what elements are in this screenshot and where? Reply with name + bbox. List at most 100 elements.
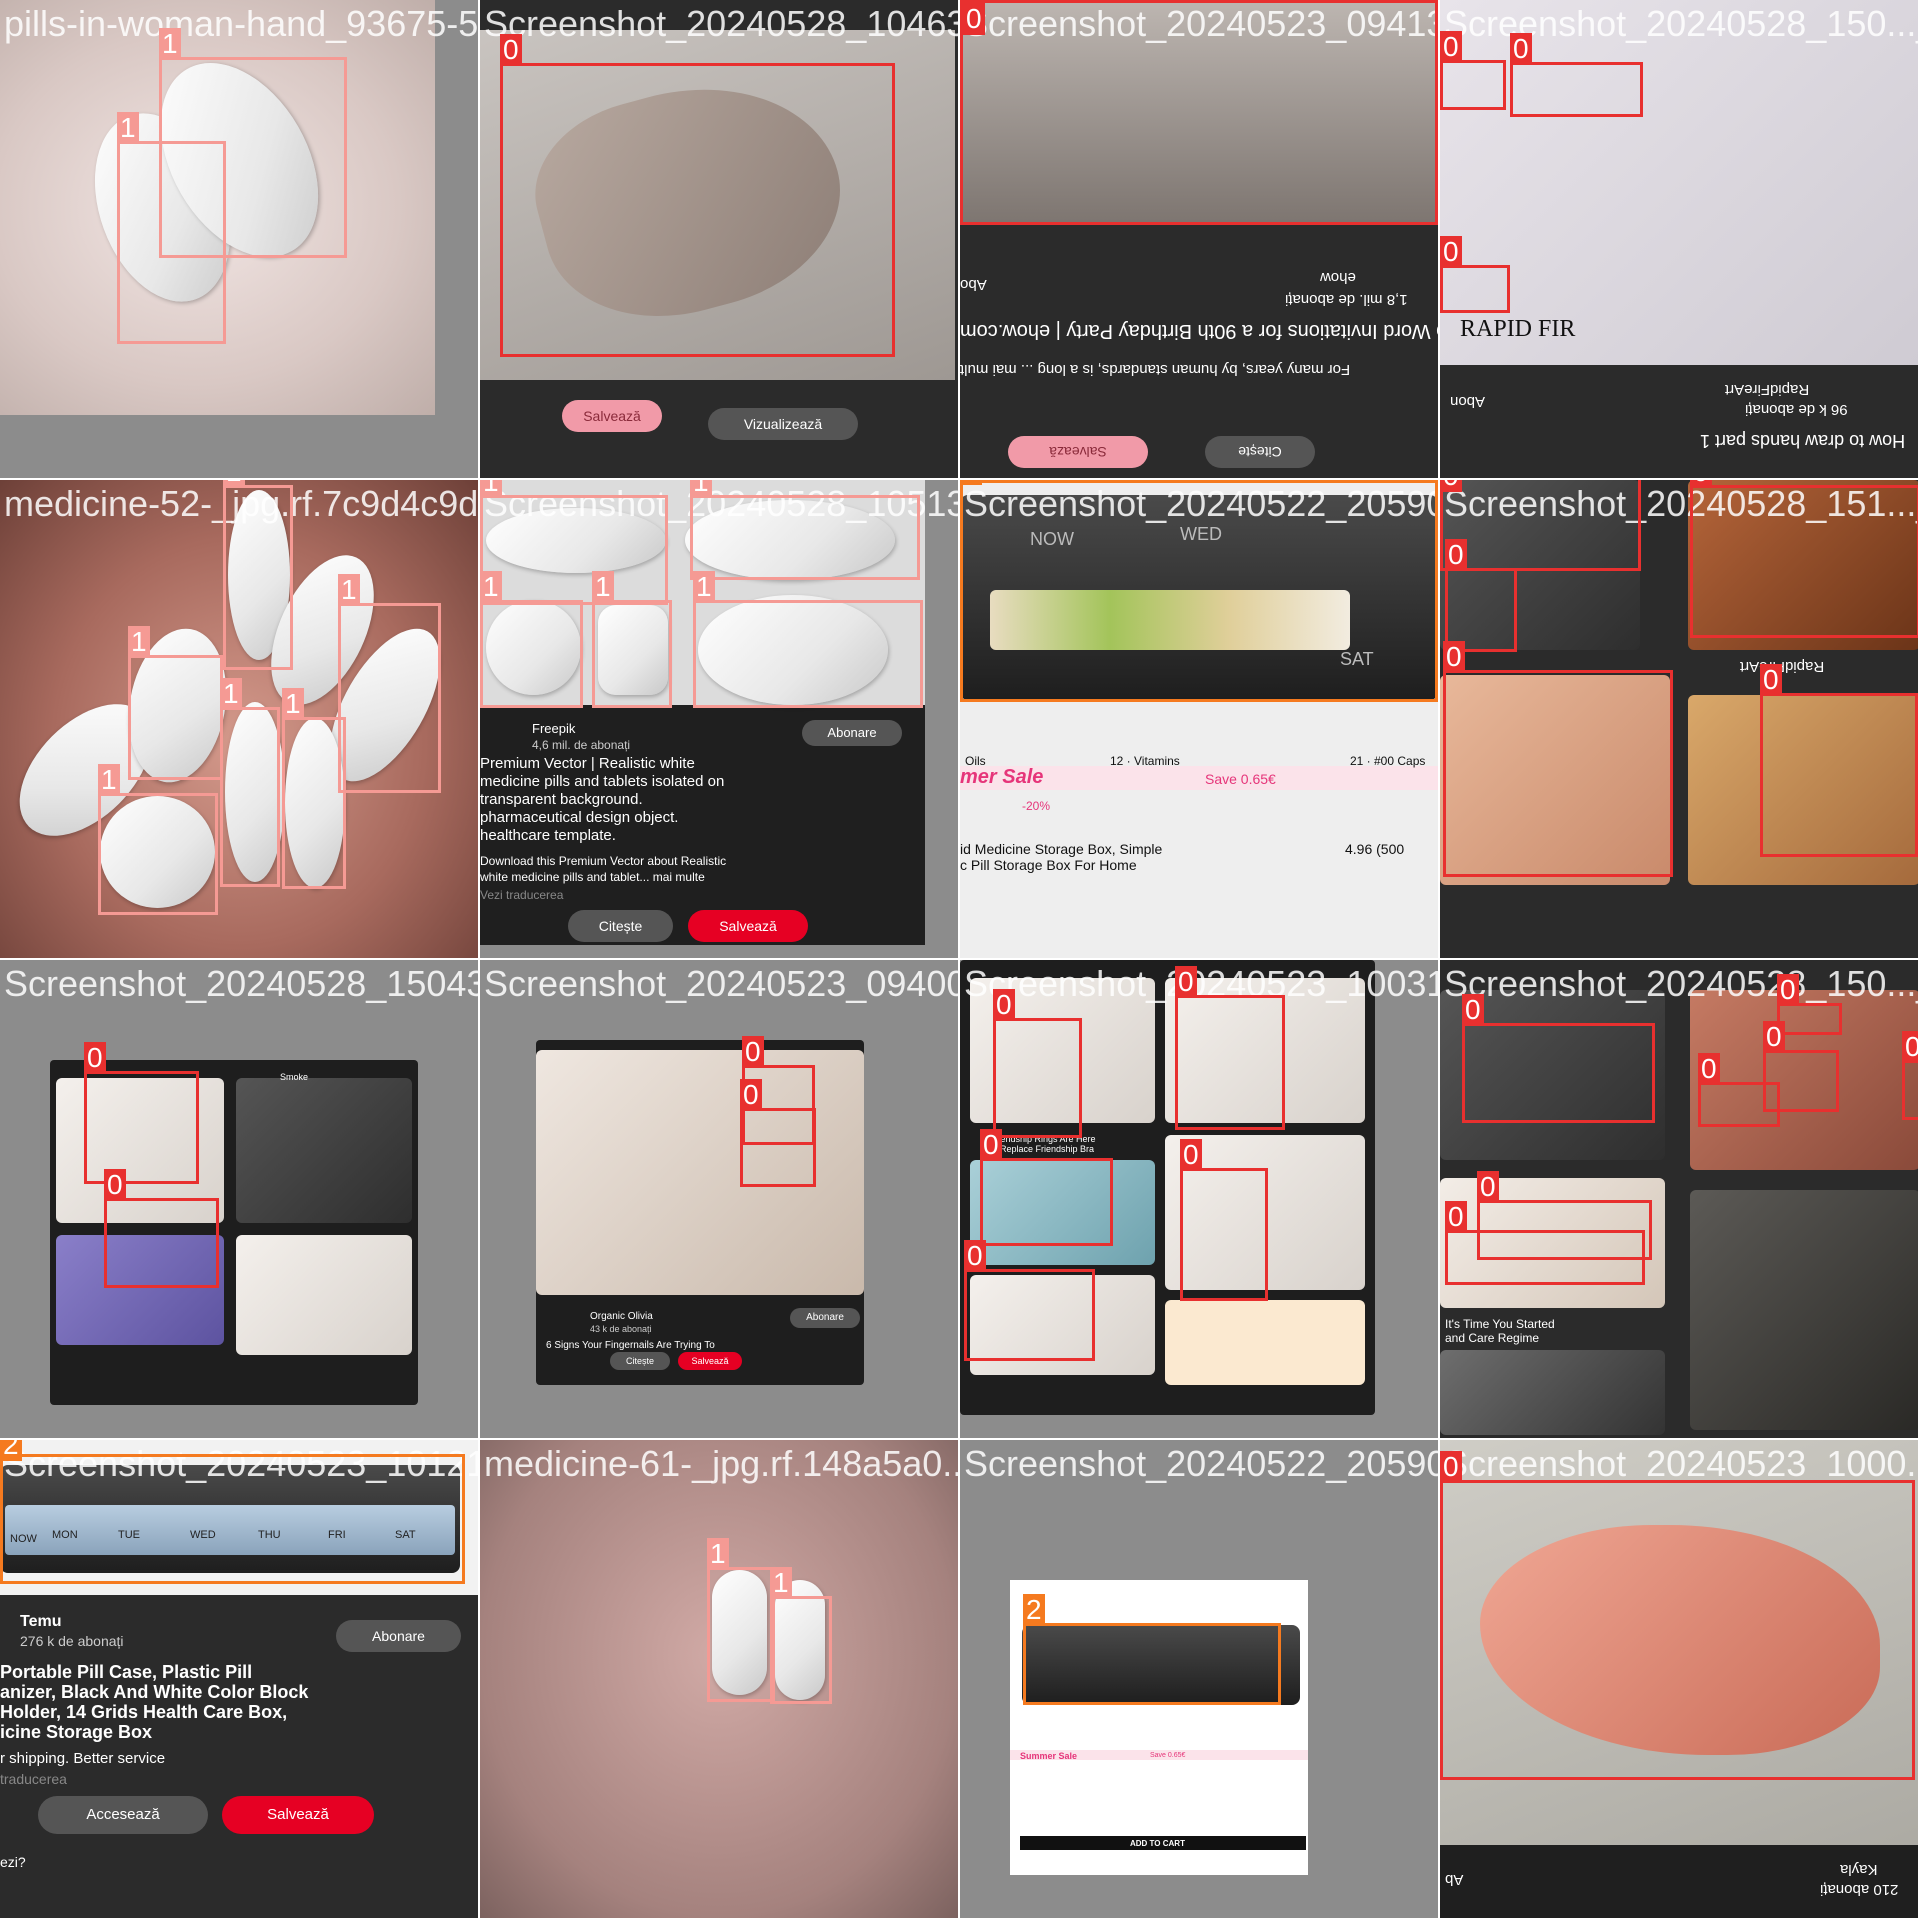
detection-box: 1 xyxy=(128,626,223,780)
subscribe-button[interactable]: Abonare xyxy=(802,720,902,746)
tile-filename: Screenshot_20240528_104634_Pinterest_jpg xyxy=(484,3,960,44)
tile-filename: Screenshot_20240523_1000...jpg xyxy=(1444,1443,1918,1484)
subscriber-count: 43 k de abonați xyxy=(590,1324,652,1334)
detection-class-label: 0 xyxy=(1175,966,1197,998)
detection-class-label: 0 xyxy=(1698,1053,1720,1085)
detection-class-label: 0 xyxy=(500,34,522,66)
detection-class-label: 1 xyxy=(117,112,139,144)
detection-class-label: 1 xyxy=(690,480,712,498)
detection-box: 1 xyxy=(282,688,346,889)
detection-box: 1 xyxy=(480,571,583,708)
detection-class-label: 2 xyxy=(0,1440,22,1461)
read-button[interactable]: Citește xyxy=(1205,436,1315,468)
detection-class-label: 0 xyxy=(1440,1451,1462,1483)
detection-class-label: 1 xyxy=(220,678,242,710)
subscriber-count: 276 k de abonați xyxy=(20,1633,124,1649)
detection-class-label: 0 xyxy=(1477,1171,1499,1203)
detection-class-label: 0 xyxy=(980,1129,1002,1161)
tile-pinterest-grid-screenshot: Smoke Screenshot_20240528_150430_Pintere… xyxy=(0,960,480,1440)
detection-class-label: 1 xyxy=(223,480,245,488)
detection-class-label: 2 xyxy=(960,480,982,485)
detection-class-label: 0 xyxy=(1777,974,1799,1006)
caption: to Replace Friendship Bra xyxy=(990,1144,1095,1154)
caption: -20% xyxy=(1022,799,1051,813)
detection-class-label: 1 xyxy=(770,1567,792,1599)
detection-box: 2 xyxy=(1023,1594,1281,1705)
caption: How to Word Invitations for a 90th Birth… xyxy=(960,320,1438,342)
caption: anizer, Black And White Color Block xyxy=(0,1682,309,1702)
detection-class-label: 0 xyxy=(1902,1031,1918,1063)
detection-box: 1 xyxy=(220,678,280,887)
detection-class-label: 0 xyxy=(1440,236,1462,268)
detection-box: 1 xyxy=(98,764,218,915)
caption: How to draw hands part 1 xyxy=(1700,431,1906,451)
tile-freepik-pills-screenshot: Freepik 4,6 mil. de abonați Abonare Prem… xyxy=(480,480,960,960)
detection-box: 0 xyxy=(104,1169,219,1288)
detection-box: 2 xyxy=(960,480,1438,702)
detection-class-label: 1 xyxy=(480,571,502,603)
augmented-batch-mosaic: pills-in-woman-hand_93675-50997_jpg.rf.2… xyxy=(0,0,1920,1920)
photo-thumbnail xyxy=(236,1078,412,1223)
subscriber-count: 4,6 mil. de abonați xyxy=(532,738,631,752)
detection-box: 1 xyxy=(770,1567,832,1704)
detection-class-label: 2 xyxy=(1023,1594,1045,1626)
detection-class-label: 0 xyxy=(1180,1139,1202,1171)
caption: Premium Vector | Realistic white xyxy=(480,755,695,772)
caption: mer Sale xyxy=(960,766,1044,788)
detection-class-label: 0 xyxy=(1445,1201,1467,1233)
detection-class-label: 0 xyxy=(84,1042,106,1074)
detection-box: 2 xyxy=(0,1440,465,1584)
subscribe-button[interactable]: Abonare xyxy=(790,1308,860,1328)
photo-thumbnail xyxy=(1165,1300,1365,1385)
tile-hand-reference-collage: RAPID FIR RapidFireArt 96 k de abonați H… xyxy=(1440,0,1920,480)
detection-box: 0 xyxy=(1440,1451,1915,1780)
detection-box: 0 xyxy=(1777,974,1842,1035)
add-to-cart-button[interactable]: ADD TO CART xyxy=(1130,1835,1185,1853)
detection-class-label: 0 xyxy=(1760,664,1782,696)
visit-button[interactable]: Accesează xyxy=(38,1796,208,1834)
detection-box: 0 xyxy=(1445,1201,1645,1285)
tile-two-pills-in-hand: medicine-61-_jpg.rf.148a5a0... 1 1 xyxy=(480,1440,960,1920)
detection-class-label: 1 xyxy=(98,764,120,796)
tile-elderly-hands-screenshot: ehow 1,8 mil. de abonați How to Word Inv… xyxy=(960,0,1440,480)
subscribe-button[interactable]: Abonare xyxy=(336,1620,461,1652)
detection-box: 1 xyxy=(693,571,923,708)
detection-box: 0 xyxy=(84,1042,199,1184)
read-button[interactable]: Citește xyxy=(568,910,673,942)
caption: 1,8 mil. de abonați xyxy=(1285,291,1408,308)
tile-filename: Screenshot_20240523_094009_Pinterest_jpg xyxy=(484,963,960,1004)
save-button[interactable]: Salvează xyxy=(678,1352,742,1370)
caption: white medicine pills and tablet... mai m… xyxy=(480,870,705,884)
caption: healthcare template. xyxy=(480,827,616,844)
detection-class-label: 0 xyxy=(1462,994,1484,1026)
caption: Abo xyxy=(960,276,987,293)
tile-hand-care-screenshot: It's Time You Started and Care Regime Sc… xyxy=(1440,960,1920,1440)
save-button[interactable]: Salvează xyxy=(222,1796,374,1834)
detection-class-label: 0 xyxy=(964,1240,986,1272)
detection-class-label: 0 xyxy=(104,1169,126,1201)
photo-thumbnail xyxy=(1690,1190,1918,1430)
detection-class-label: 1 xyxy=(707,1538,729,1570)
caption: RapidFireArt xyxy=(1740,658,1825,675)
view-button[interactable]: Vizualizează xyxy=(708,408,858,440)
caption: Holder, 14 Grids Health Care Box, xyxy=(0,1702,288,1722)
tile-white-pills-on-palm: medicine-52-_jpg.rf.7c9d4c9d Screenshot_… xyxy=(0,480,480,960)
detection-class-label: 1 xyxy=(480,480,502,498)
photo-thumbnail xyxy=(1440,1350,1665,1435)
save-button[interactable]: Salvează xyxy=(562,400,662,432)
caption: Save 0.65€ xyxy=(1205,771,1276,787)
caption: traducerea xyxy=(0,1771,67,1787)
detection-class-label: 1 xyxy=(693,571,715,603)
detection-class-label: 0 xyxy=(1763,1021,1785,1053)
read-button[interactable]: Citește xyxy=(610,1352,670,1370)
caption: 96 k de abonați xyxy=(1745,401,1848,418)
caption: Summer Sale xyxy=(1020,1751,1078,1761)
detection-class-label: 1 xyxy=(282,688,304,720)
save-button[interactable]: Salvează xyxy=(688,910,808,942)
tile-filename: Screenshot_20240522_205904_SHEIN_jpg xyxy=(964,1443,1438,1484)
caption: Save 0.65€ xyxy=(1150,1752,1186,1759)
save-button[interactable]: Salvează xyxy=(1008,436,1148,468)
caption: RapidFireArt xyxy=(1725,381,1810,398)
tile-shein-pillbox-screenshot: NOW WED SAT Oils 12 · Vitamins 21 · #00 … xyxy=(960,480,1440,960)
caption: 210 abonați xyxy=(1820,1881,1899,1898)
